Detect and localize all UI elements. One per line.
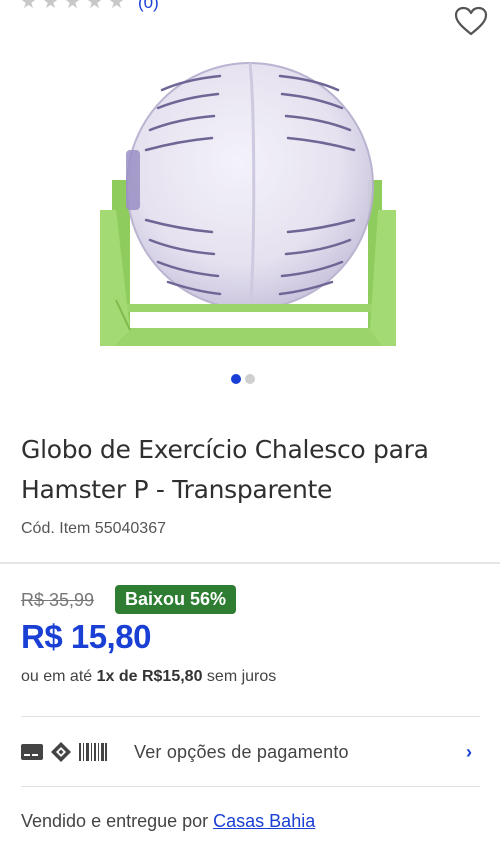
favorite-button[interactable]: [453, 4, 489, 38]
section-divider: [0, 562, 500, 564]
heart-outline-icon: [454, 6, 488, 36]
seller-link[interactable]: Casas Bahia: [213, 811, 315, 831]
barcode-icon: [79, 743, 107, 761]
product-title: Globo de Exercício Chalesco para Hamster…: [21, 435, 429, 504]
installment-info: ou em até 1x de R$15,80 sem juros: [21, 668, 276, 686]
carousel-dot-1[interactable]: [231, 374, 241, 384]
carousel-dots[interactable]: [231, 374, 255, 384]
star-icon: ★: [108, 0, 126, 13]
carousel-dot-2[interactable]: [245, 374, 255, 384]
rating-stars: ★ ★ ★ ★ ★: [20, 0, 126, 12]
star-icon: ★: [64, 0, 82, 13]
discount-badge: Baixou 56%: [115, 585, 237, 614]
card-icon: [21, 744, 43, 760]
divider: [21, 716, 480, 717]
old-price: R$ 35,99: [21, 590, 95, 610]
product-gallery[interactable]: [0, 40, 500, 360]
star-icon: ★: [20, 0, 38, 13]
payment-icons: [21, 742, 134, 762]
payment-options-button[interactable]: Ver opções de pagamento ›: [21, 731, 480, 773]
divider: [21, 786, 480, 787]
installment-value: 1x de R$15,80: [96, 668, 203, 685]
seller-info: Vendido e entregue por Casas Bahia: [21, 811, 315, 832]
product-image[interactable]: [90, 50, 410, 355]
chevron-right-icon: ›: [466, 741, 472, 762]
rating-row[interactable]: ★ ★ ★ ★ ★ (0): [20, 0, 159, 15]
installment-suffix: sem juros: [202, 668, 277, 685]
current-price: R$ 15,80: [21, 618, 151, 655]
review-count-link[interactable]: (0): [138, 0, 159, 13]
installment-prefix: ou em até: [21, 668, 97, 685]
pix-icon: [51, 742, 71, 762]
product-sku: Cód. Item 55040367: [21, 520, 166, 537]
payment-options-label: Ver opções de pagamento: [134, 741, 349, 762]
seller-prefix: Vendido e entregue por: [21, 811, 214, 831]
star-icon: ★: [86, 0, 104, 13]
star-icon: ★: [42, 0, 60, 13]
